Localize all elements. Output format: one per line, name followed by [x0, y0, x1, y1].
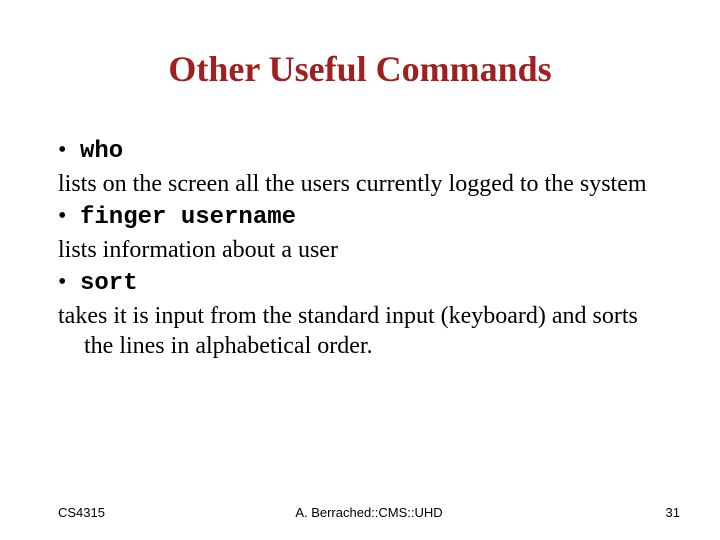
slide: Other Useful Commands •who lists on the … — [0, 0, 720, 540]
bullet-dot: • — [58, 135, 80, 165]
command-description: lists on the screen all the users curren… — [58, 169, 668, 199]
bullet-dot: • — [58, 267, 80, 297]
footer-author: A. Berrached::CMS::UHD — [58, 505, 680, 520]
command-description: takes it is input from the standard inpu… — [58, 301, 668, 361]
command-text: finger username — [80, 204, 296, 231]
bullet-item: •who — [58, 135, 668, 167]
bullet-item: •sort — [58, 267, 668, 299]
command-text: who — [80, 138, 123, 165]
slide-title: Other Useful Commands — [0, 48, 720, 90]
footer-page: 31 — [666, 505, 680, 520]
bullet-dot: • — [58, 201, 80, 231]
bullet-item: •finger username — [58, 201, 668, 233]
slide-body: •who lists on the screen all the users c… — [58, 135, 668, 363]
command-description: lists information about a user — [58, 235, 668, 265]
command-text: sort — [80, 270, 138, 297]
